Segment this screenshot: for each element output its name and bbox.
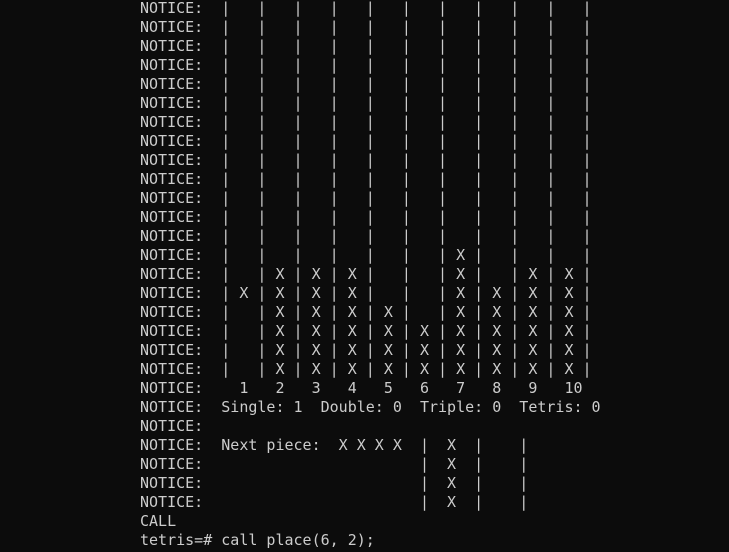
terminal-window[interactable]: NOTICE: | | | | | | | | | | | NOTICE: | |…: [0, 0, 729, 552]
board-row: NOTICE: | | | | | | | | | | |: [140, 0, 592, 17]
board-row: NOTICE: | | | | | | | | | | |: [140, 227, 592, 245]
board-row: NOTICE: | | X | X | X | | | X | | X | X …: [140, 265, 592, 283]
board-row: NOTICE: | | | | | | | | | | |: [140, 37, 592, 55]
board-row: NOTICE: | | | | | | | | | | |: [140, 170, 592, 188]
score-line: NOTICE: Single: 1 Double: 0 Triple: 0 Te…: [140, 398, 601, 416]
next-piece-line: NOTICE: Next piece: X X X X | X | |: [140, 436, 529, 454]
board-row: NOTICE: | | | | | | | | | | |: [140, 113, 592, 131]
terminal-line: NOTICE:: [140, 417, 204, 435]
board-row: NOTICE: | | | | | | | | | | |: [140, 189, 592, 207]
board-row: NOTICE: | X | X | X | X | | | X | X | X …: [140, 284, 592, 302]
column-numbers-line: NOTICE: 1 2 3 4 5 6 7 8 9 10: [140, 379, 583, 397]
board-row: NOTICE: | | X | X | X | X | X | X | X | …: [140, 322, 592, 340]
board-row: NOTICE: | | | | | | | | | | |: [140, 208, 592, 226]
board-row: NOTICE: | | | | | | | | | | |: [140, 56, 592, 74]
call-result-line: CALL: [140, 512, 177, 530]
command-prompt-line[interactable]: tetris=# call place(6, 2);: [140, 531, 601, 550]
terminal-output: NOTICE: | | | | | | | | | | | NOTICE: | |…: [140, 0, 601, 550]
board-row: NOTICE: | | | | | | | | | | |: [140, 94, 592, 112]
board-row: NOTICE: | | X | X | X | X | | X | X | X …: [140, 303, 592, 321]
board-row: NOTICE: | X | |: [140, 455, 529, 473]
board-row: NOTICE: | X | |: [140, 493, 529, 511]
board-row: NOTICE: | | | | | | | X | | | |: [140, 246, 592, 264]
board-row: NOTICE: | | X | X | X | X | X | X | X | …: [140, 360, 592, 378]
board-row: NOTICE: | | X | X | X | X | X | X | X | …: [140, 341, 592, 359]
board-row: NOTICE: | | | | | | | | | | |: [140, 18, 592, 36]
board-row: NOTICE: | | | | | | | | | | |: [140, 151, 592, 169]
board-row: NOTICE: | | | | | | | | | | |: [140, 75, 592, 93]
board-row: NOTICE: | | | | | | | | | | |: [140, 132, 592, 150]
board-row: NOTICE: | X | |: [140, 474, 529, 492]
